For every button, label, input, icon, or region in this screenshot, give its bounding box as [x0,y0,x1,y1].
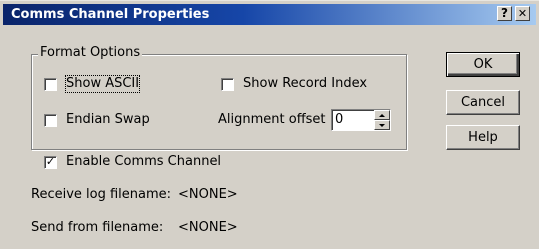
alignment-offset-spinner[interactable]: 0 [331,109,391,131]
arrow-up-icon [379,114,385,117]
enable-comms-label[interactable]: Enable Comms Channel [66,154,221,170]
receive-log-value: <NONE> [178,187,238,202]
show-record-index-label[interactable]: Show Record Index [243,76,367,92]
help-icon[interactable]: ? [497,6,512,21]
close-icon[interactable]: ✕ [515,6,530,21]
dialog-window: Comms Channel Properties ? ✕ Format Opti… [0,0,539,249]
send-from-label: Send from filename: [31,220,164,235]
spinner-buttons [374,110,390,130]
format-options-group [31,54,407,150]
spin-down-button[interactable] [374,120,390,130]
cancel-button[interactable]: Cancel [446,90,520,115]
title-bar[interactable]: Comms Channel Properties ? ✕ [3,4,536,25]
send-from-value: <NONE> [178,220,238,235]
receive-log-label: Receive log filename: [31,187,172,202]
spin-up-button[interactable] [374,110,390,120]
alignment-offset-value[interactable]: 0 [335,112,343,128]
format-options-legend: Format Options [38,45,143,61]
enable-comms-checkbox[interactable]: ✓ [44,155,57,169]
endian-swap-checkbox[interactable] [44,114,57,127]
show-record-index-checkbox[interactable] [221,78,234,91]
window-title: Comms Channel Properties [11,7,210,22]
endian-swap-label[interactable]: Endian Swap [66,112,150,128]
checkmark-icon: ✓ [45,155,56,168]
help-button[interactable]: Help [446,125,520,150]
ok-button[interactable]: OK [446,52,520,77]
show-ascii-label[interactable]: Show ASCII [64,75,141,93]
show-ascii-checkbox[interactable] [44,78,57,91]
arrow-down-icon [379,124,385,127]
alignment-offset-label: Alignment offset [218,112,326,127]
